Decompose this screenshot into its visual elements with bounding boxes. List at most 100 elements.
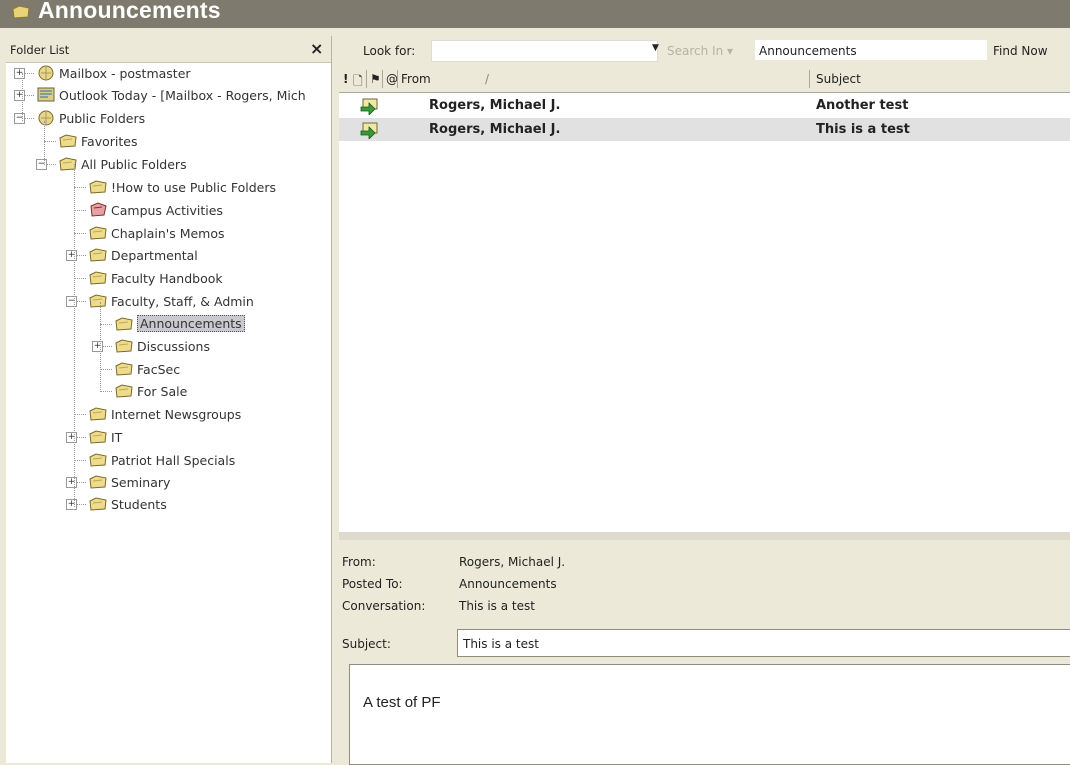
close-icon[interactable]: × [310,39,323,58]
from-label: From: [342,555,376,569]
expand-icon[interactable]: + [66,432,77,443]
find-now-button[interactable]: Find Now [993,44,1048,58]
folder-tree-item[interactable]: + Outlook Today - [Mailbox - Rogers, Mich [6,86,331,106]
folder-tree-label: IT [111,430,123,445]
folder-icon [89,430,107,444]
folder-tree-label: Faculty Handbook [111,271,223,286]
folder-tree-item[interactable]: Patriot Hall Specials [6,451,331,471]
posted-to-value: Announcements [459,577,557,591]
folder-tree-label: Discussions [137,339,210,354]
folder-tree-label: Seminary [111,475,171,490]
message-body[interactable] [349,664,1070,765]
folder-tree-label: Outlook Today - [Mailbox - Rogers, Mich [59,88,306,103]
tree-connector [74,233,86,234]
folder-tree-item[interactable]: Chaplain's Memos [6,224,331,244]
message-body-text: A test of PF [363,694,441,711]
from-value: Rogers, Michael J. [459,555,566,569]
post-item-icon [360,98,378,115]
look-for-label: Look for: [363,44,416,58]
folder-icon [12,5,30,19]
look-for-dropdown-icon[interactable]: ▼ [652,43,659,53]
folder-tree-label: Favorites [81,134,138,149]
folder-tree-item[interactable]: + Seminary [6,473,331,493]
folder-list-title: Folder List [10,43,70,57]
conversation-label: Conversation: [342,599,426,613]
message-row[interactable]: Rogers, Michael J. Another test [339,94,1070,117]
column-separator [366,70,367,88]
expand-icon[interactable]: + [92,341,103,352]
tree-connector [22,73,23,121]
folder-tree-label: Departmental [111,248,198,263]
look-for-input[interactable] [431,40,658,62]
folder-tree-item[interactable]: Campus Activities [6,201,331,221]
item-type-column-header[interactable]: 🗋 [353,72,363,93]
from-column-header[interactable]: From [401,72,431,86]
tree-connector [100,369,112,370]
folder-tree-item[interactable]: − Public Folders [6,109,331,129]
subject-label: Subject: [342,637,391,651]
message-subject: Another test [816,98,909,113]
tree-connector [74,164,75,507]
collapse-icon[interactable]: − [66,296,77,307]
tree-connector [100,324,112,325]
folder-icon [89,407,107,421]
find-bar: Look for: ▼ Search In ▾ Announcements Fi… [333,36,1070,64]
mailbox-icon [38,65,54,81]
folder-tree-label: Mailbox - postmaster [59,66,191,81]
folder-tree-item[interactable]: + Departmental [6,246,331,266]
folder-tree-item[interactable]: For Sale [6,382,331,402]
folder-tree-item[interactable]: + Mailbox - postmaster [6,64,331,84]
message-row-selected[interactable]: Rogers, Michael J. This is a test [339,118,1070,141]
message-from: Rogers, Michael J. [429,98,561,113]
collapse-icon[interactable]: − [36,159,47,170]
posted-to-label: Posted To: [342,577,403,591]
column-header-row: ! 🗋 ⚑ @ From / Subject [339,66,1070,93]
expand-icon[interactable]: + [66,499,77,510]
folder-icon [115,384,133,398]
folder-tree-item[interactable]: Internet Newsgroups [6,405,331,425]
folder-tree-item[interactable]: + Discussions [6,337,331,357]
folder-tree-item[interactable]: !How to use Public Folders [6,178,331,198]
folder-icon [89,497,107,511]
column-separator [397,70,398,88]
folder-tree-item[interactable]: Favorites [6,132,331,152]
folder-tree-item[interactable]: + IT [6,428,331,448]
public-folders-icon [38,110,54,126]
message-list: ! 🗋 ⚑ @ From / Subject Rogers, Michael J… [339,66,1070,532]
folder-tree-item[interactable]: − All Public Folders [6,155,331,175]
expand-icon[interactable]: + [66,477,77,488]
folder-tree-item[interactable]: Faculty Handbook [6,269,331,289]
importance-column-header[interactable]: ! [343,72,348,86]
pane-splitter[interactable] [339,532,1070,540]
folder-tree-label: Announcements [137,315,245,332]
folder-tree-item[interactable]: + Students [6,495,331,515]
subject-value: This is a test [463,637,539,651]
folder-tree-item[interactable]: FacSec [6,360,331,380]
folder-icon [89,453,107,467]
expand-icon[interactable]: + [66,250,77,261]
flag-column-header[interactable]: ⚑ [370,72,381,86]
folder-tree-label: Public Folders [59,111,146,126]
tree-connector [74,460,86,461]
collapse-icon[interactable]: − [14,113,25,124]
message-subject: This is a test [816,122,910,137]
folder-tree-item[interactable]: − Faculty, Staff, & Admin [6,292,331,312]
window-title-bar: Announcements [0,0,1070,28]
expand-icon[interactable]: + [14,90,25,101]
search-in-button[interactable]: Search In ▾ [667,44,733,58]
folder-icon [115,339,133,353]
tree-connector [74,414,86,415]
subject-column-header[interactable]: Subject [816,72,861,86]
conversation-value: This is a test [459,599,535,613]
message-from: Rogers, Michael J. [429,122,561,137]
folder-tree-label: Internet Newsgroups [111,407,242,422]
folder-tree-item-selected[interactable]: Announcements [6,315,331,335]
folder-icon [89,475,107,489]
preview-pane: From: Rogers, Michael J. Posted To: Anno… [339,540,1070,765]
folder-icon [115,362,133,376]
post-item-icon [360,122,378,139]
sort-indicator-icon: / [485,72,490,86]
expand-icon[interactable]: + [14,68,25,79]
subject-field[interactable] [457,629,1070,657]
folder-tree-label: FacSec [137,362,181,377]
